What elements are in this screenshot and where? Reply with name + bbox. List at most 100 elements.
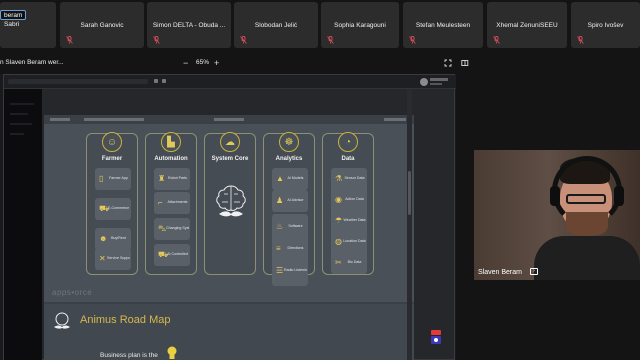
zoom-in-button[interactable]: + — [214, 58, 219, 68]
db-icon: ☰ — [276, 266, 284, 275]
mic-muted-icon — [153, 36, 160, 44]
head-gear-icon: ☸ — [279, 132, 299, 152]
participant-name: Sophia Karagouni — [334, 22, 386, 29]
expand-icon[interactable] — [444, 59, 452, 67]
participant-tile[interactable]: Sarah Ganovic — [60, 2, 144, 48]
bulb-icon: ♨ — [276, 222, 284, 231]
list-item: ✕Service Support — [95, 248, 131, 270]
mic-muted-icon — [327, 36, 334, 44]
scrollbar[interactable] — [407, 89, 412, 360]
browser-action-icon — [154, 79, 158, 83]
pin-icon[interactable]: › — [530, 268, 538, 275]
vehicle-icon: ⛍ — [158, 224, 167, 233]
mic-muted-icon — [493, 36, 500, 44]
advisor-icon: ♟ — [276, 196, 284, 205]
dna-icon: ✂ — [335, 258, 342, 267]
list-item: ☻ Buy/Rent — [95, 228, 131, 250]
scrollbar-thumb[interactable] — [408, 171, 411, 215]
list-item-group: ♨ Software ≡ Directions ☰ Radio Listening — [272, 214, 308, 286]
participant-tile[interactable]: Špiro Ivošev — [571, 2, 640, 48]
mic-muted-icon — [577, 36, 584, 44]
cart-icon: ⛟ — [99, 204, 110, 213]
participant-tile[interactable]: Simon DELTA - Óbuda ... — [147, 2, 231, 48]
participant-name: Sarah Ganovic — [80, 22, 124, 29]
list-item: ▯ Farmer App — [95, 168, 131, 190]
column-automation: ▙ Automation ♜ Robot Parts ⌐ Attachments ⛍… — [145, 132, 197, 275]
self-video-tile[interactable]: Slaven Beram › — [474, 150, 640, 280]
participant-name: Slobodan Jelić — [254, 22, 298, 29]
column-farmer: ☺ Farmer ▯ Farmer App ⛟ E-Commerce ☻ Buy/Re… — [86, 132, 138, 275]
weather-icon: ☂ — [335, 216, 343, 225]
brain-icon — [216, 185, 246, 217]
column-title: Farmer — [101, 156, 123, 162]
video-name-label: Slaven Beram — [478, 269, 522, 276]
list-item: ⛟ AI Controlled — [154, 244, 190, 266]
list-item: ⌐ Attachments — [154, 192, 190, 214]
participant-tile[interactable]: Xhemal ZenuniSEEU — [487, 2, 567, 48]
list-item: ▲ AI Models — [272, 168, 308, 190]
participant-name: Simon DELTA - Óbuda ... — [152, 22, 226, 29]
roadmap-section: Animus Road Map Business plan is the — [44, 304, 414, 360]
participant-name: Sabri — [4, 21, 20, 28]
gauge-icon: ◔ — [338, 132, 358, 152]
factory-icon: ▙ — [161, 132, 181, 152]
column-title: Automation — [154, 156, 188, 162]
shared-screen: ☺ Farmer ▯ Farmer App ⛟ E-Commerce ☻ Buy/Re… — [0, 74, 456, 360]
tractor-icon: ⛟ — [158, 250, 169, 259]
mic-muted-icon — [409, 36, 416, 44]
meeting-window: { "self_tag": "beram", "participants": [… — [0, 0, 640, 360]
share-title: n Slaven Beram wer... — [0, 59, 64, 66]
zoom-level: 65% — [196, 59, 210, 66]
column-analytics: ☸ Analytics ▲ AI Models ♟ AI Advisor ♨ Soft… — [263, 132, 315, 286]
globe-icon: ◍ — [335, 237, 342, 246]
share-toolbar: n Slaven Beram wer... − 65% + — [0, 58, 480, 72]
microscope-icon: ⚗ — [335, 174, 343, 183]
mic-muted-icon — [66, 36, 73, 44]
participant-tile[interactable]: Stefan Meulesteen — [403, 2, 483, 48]
shared-window-frame: ☺ Farmer ▯ Farmer App ⛟ E-Commerce ☻ Buy/Re… — [3, 74, 456, 360]
arm-icon: ⌐ — [158, 198, 163, 207]
browser-toolbar — [4, 75, 456, 89]
participant-name: Xhemal ZenuniSEEU — [496, 22, 558, 29]
brain-logo-icon — [54, 312, 70, 329]
slide-toolbar — [44, 115, 414, 124]
appsforce-logo: apps•orce — [52, 288, 93, 297]
stack-icon: ≡ — [276, 244, 281, 253]
tools-icon: ✕ — [99, 254, 106, 263]
column-title: System Core — [211, 156, 249, 162]
self-name-tag: beram — [0, 10, 27, 20]
person-icon: ☻ — [99, 234, 108, 243]
column-title: Analytics — [275, 156, 303, 162]
list-item: ⛍Changing System — [154, 218, 190, 240]
column-system-core: ☁ System Core — [204, 132, 256, 275]
participant-tile[interactable]: Sophia Karagouni — [321, 2, 399, 48]
editor-sidebar — [4, 89, 42, 360]
headphones-icon — [552, 156, 622, 226]
eye-icon: ◉ — [335, 195, 342, 204]
avatar — [420, 78, 428, 86]
list-item: ♟ AI Advisor — [272, 190, 308, 212]
participant-name: Stefan Meulesteen — [415, 22, 471, 29]
roadmap-title: Animus Road Map — [80, 314, 171, 326]
participant-tile-self[interactable]: beram Sabri — [0, 2, 56, 48]
bars-icon: ▲ — [276, 174, 284, 183]
participant-strip: beram Sabri Sarah Ganovic Simon DELTA - … — [0, 0, 640, 50]
robot-icon: ♜ — [158, 174, 166, 183]
column-title: Data — [341, 156, 355, 162]
cloud-icon: ☁ — [220, 132, 240, 152]
record-icon[interactable] — [430, 330, 442, 344]
list-item: ⛟ E-Commerce — [95, 198, 131, 220]
list-item-group: ⚗ Sensor Data ◉ Action Data ☂ Weather Data … — [331, 168, 367, 274]
zoom-out-button[interactable]: − — [183, 58, 188, 68]
farmer-icon: ☺ — [102, 132, 122, 152]
browser-tabs — [8, 79, 148, 84]
browser-profile — [420, 77, 448, 87]
roadmap-text: Business plan is the — [100, 352, 158, 359]
popout-icon[interactable] — [461, 59, 469, 67]
column-data: ◔ Data ⚗ Sensor Data ◉ Action Data ☂ Weathe… — [322, 132, 374, 275]
presentation-slide: ☺ Farmer ▯ Farmer App ⛟ E-Commerce ☻ Buy/Re… — [44, 115, 414, 360]
mic-muted-icon — [240, 36, 247, 44]
browser-action-icon — [162, 79, 166, 83]
participant-tile[interactable]: Slobodan Jelić — [234, 2, 318, 48]
participant-name: Špiro Ivošev — [587, 22, 624, 29]
